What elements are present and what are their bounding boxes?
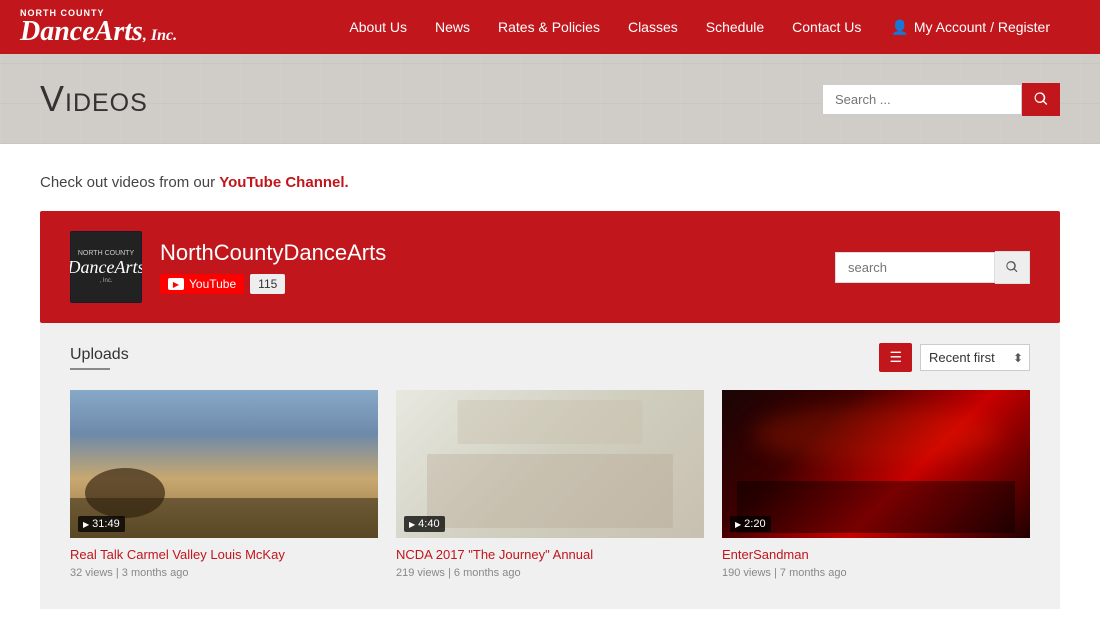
video-duration-3: 2:20 (730, 516, 771, 532)
video-card-1[interactable]: 31:49 Real Talk Carmel Valley Louis McKa… (70, 390, 378, 579)
uploads-title-block: Uploads (70, 346, 129, 370)
channel-logo-main: DanceArts (70, 257, 142, 278)
search-icon (1033, 91, 1049, 107)
nav-link-contact[interactable]: Contact Us (778, 0, 875, 54)
video-duration-1: 31:49 (78, 516, 125, 532)
video-info-2: NCDA 2017 "The Journey" Annual 219 views… (396, 538, 704, 579)
youtube-play-icon (168, 278, 184, 290)
sort-select[interactable]: Recent first Oldest first Most viewed (920, 344, 1030, 371)
youtube-channel-link[interactable]: YouTube Channel. (219, 174, 348, 191)
channel-logo: NORTH COUNTY DanceArts , Inc. (70, 231, 142, 303)
video-meta-2: 219 views | 6 months ago (396, 567, 704, 579)
channel-search-button[interactable] (995, 251, 1030, 284)
uploads-title: Uploads (70, 346, 129, 364)
video-duration-2: 4:40 (404, 516, 445, 532)
video-views-2: 219 views (396, 567, 445, 579)
video-meta-3: 190 views | 7 months ago (722, 567, 1030, 579)
channel-name: NorthCountyDanceArts (160, 240, 386, 266)
subscriber-count: 115 (250, 274, 285, 294)
uploads-section: Uploads ☰ Recent first Oldest first Most… (40, 323, 1060, 609)
hero-search (822, 83, 1060, 116)
uploads-header: Uploads ☰ Recent first Oldest first Most… (70, 343, 1030, 372)
logo-main-text: DanceArts, Inc. (20, 18, 177, 46)
main-content: Check out videos from our YouTube Channe… (0, 144, 1100, 609)
video-card-3[interactable]: 2:20 EnterSandman 190 views | 7 months a… (722, 390, 1030, 579)
nav-links: About Us News Rates & Policies Classes S… (335, 0, 1050, 54)
channel-search-icon (1005, 260, 1019, 274)
video-card-2[interactable]: 4:40 NCDA 2017 "The Journey" Annual 219 … (396, 390, 704, 579)
nav-link-news[interactable]: News (421, 0, 484, 54)
nav-link-rates[interactable]: Rates & Policies (484, 0, 614, 54)
intro-paragraph: Check out videos from our YouTube Channe… (40, 174, 1060, 191)
uploads-underline (70, 368, 110, 370)
video-title-3[interactable]: EnterSandman (722, 546, 1030, 564)
logo[interactable]: NORTH COUNTY DanceArts, Inc. (20, 8, 177, 47)
video-title-2[interactable]: NCDA 2017 "The Journey" Annual (396, 546, 704, 564)
video-views-3: 190 views (722, 567, 771, 579)
video-meta-1: 32 views | 3 months ago (70, 567, 378, 579)
video-title-1[interactable]: Real Talk Carmel Valley Louis McKay (70, 546, 378, 564)
sort-control: ☰ Recent first Oldest first Most viewed (879, 343, 1030, 372)
hero-search-button[interactable] (1022, 83, 1060, 116)
channel-logo-top: NORTH COUNTY (78, 250, 134, 258)
nav-link-classes[interactable]: Classes (614, 0, 692, 54)
youtube-channel-box: NORTH COUNTY DanceArts , Inc. NorthCount… (40, 211, 1060, 323)
sort-wrapper: Recent first Oldest first Most viewed (920, 344, 1030, 371)
sort-icon-button[interactable]: ☰ (879, 343, 912, 372)
video-info-3: EnterSandman 190 views | 7 months ago (722, 538, 1030, 579)
hero-banner: Videos (0, 54, 1100, 144)
channel-info: NorthCountyDanceArts YouTube 115 (160, 240, 386, 294)
nav-account-link[interactable]: My Account / Register (875, 19, 1050, 36)
video-age-3: 7 months ago (780, 567, 847, 579)
channel-search (835, 251, 1030, 284)
nav-link-schedule[interactable]: Schedule (692, 0, 778, 54)
nav-link-about[interactable]: About Us (335, 0, 421, 54)
youtube-badge-label: YouTube (189, 277, 236, 291)
video-info-1: Real Talk Carmel Valley Louis McKay 32 v… (70, 538, 378, 579)
hero-search-input[interactable] (822, 84, 1022, 115)
channel-left: NORTH COUNTY DanceArts , Inc. NorthCount… (70, 231, 386, 303)
channel-logo-inc: , Inc. (99, 278, 112, 284)
channel-search-input[interactable] (835, 252, 995, 283)
youtube-badge: YouTube (160, 274, 244, 294)
video-age-1: 3 months ago (122, 567, 189, 579)
video-thumb-1: 31:49 (70, 390, 378, 538)
page-title: Videos (40, 78, 148, 120)
video-thumb-3: 2:20 (722, 390, 1030, 538)
video-age-2: 6 months ago (454, 567, 521, 579)
video-thumb-2: 4:40 (396, 390, 704, 538)
video-grid: 31:49 Real Talk Carmel Valley Louis McKa… (70, 390, 1030, 579)
video-views-1: 32 views (70, 567, 113, 579)
intro-text-before: Check out videos from our (40, 174, 219, 191)
channel-badge-row: YouTube 115 (160, 274, 386, 294)
navbar: NORTH COUNTY DanceArts, Inc. About Us Ne… (0, 0, 1100, 54)
